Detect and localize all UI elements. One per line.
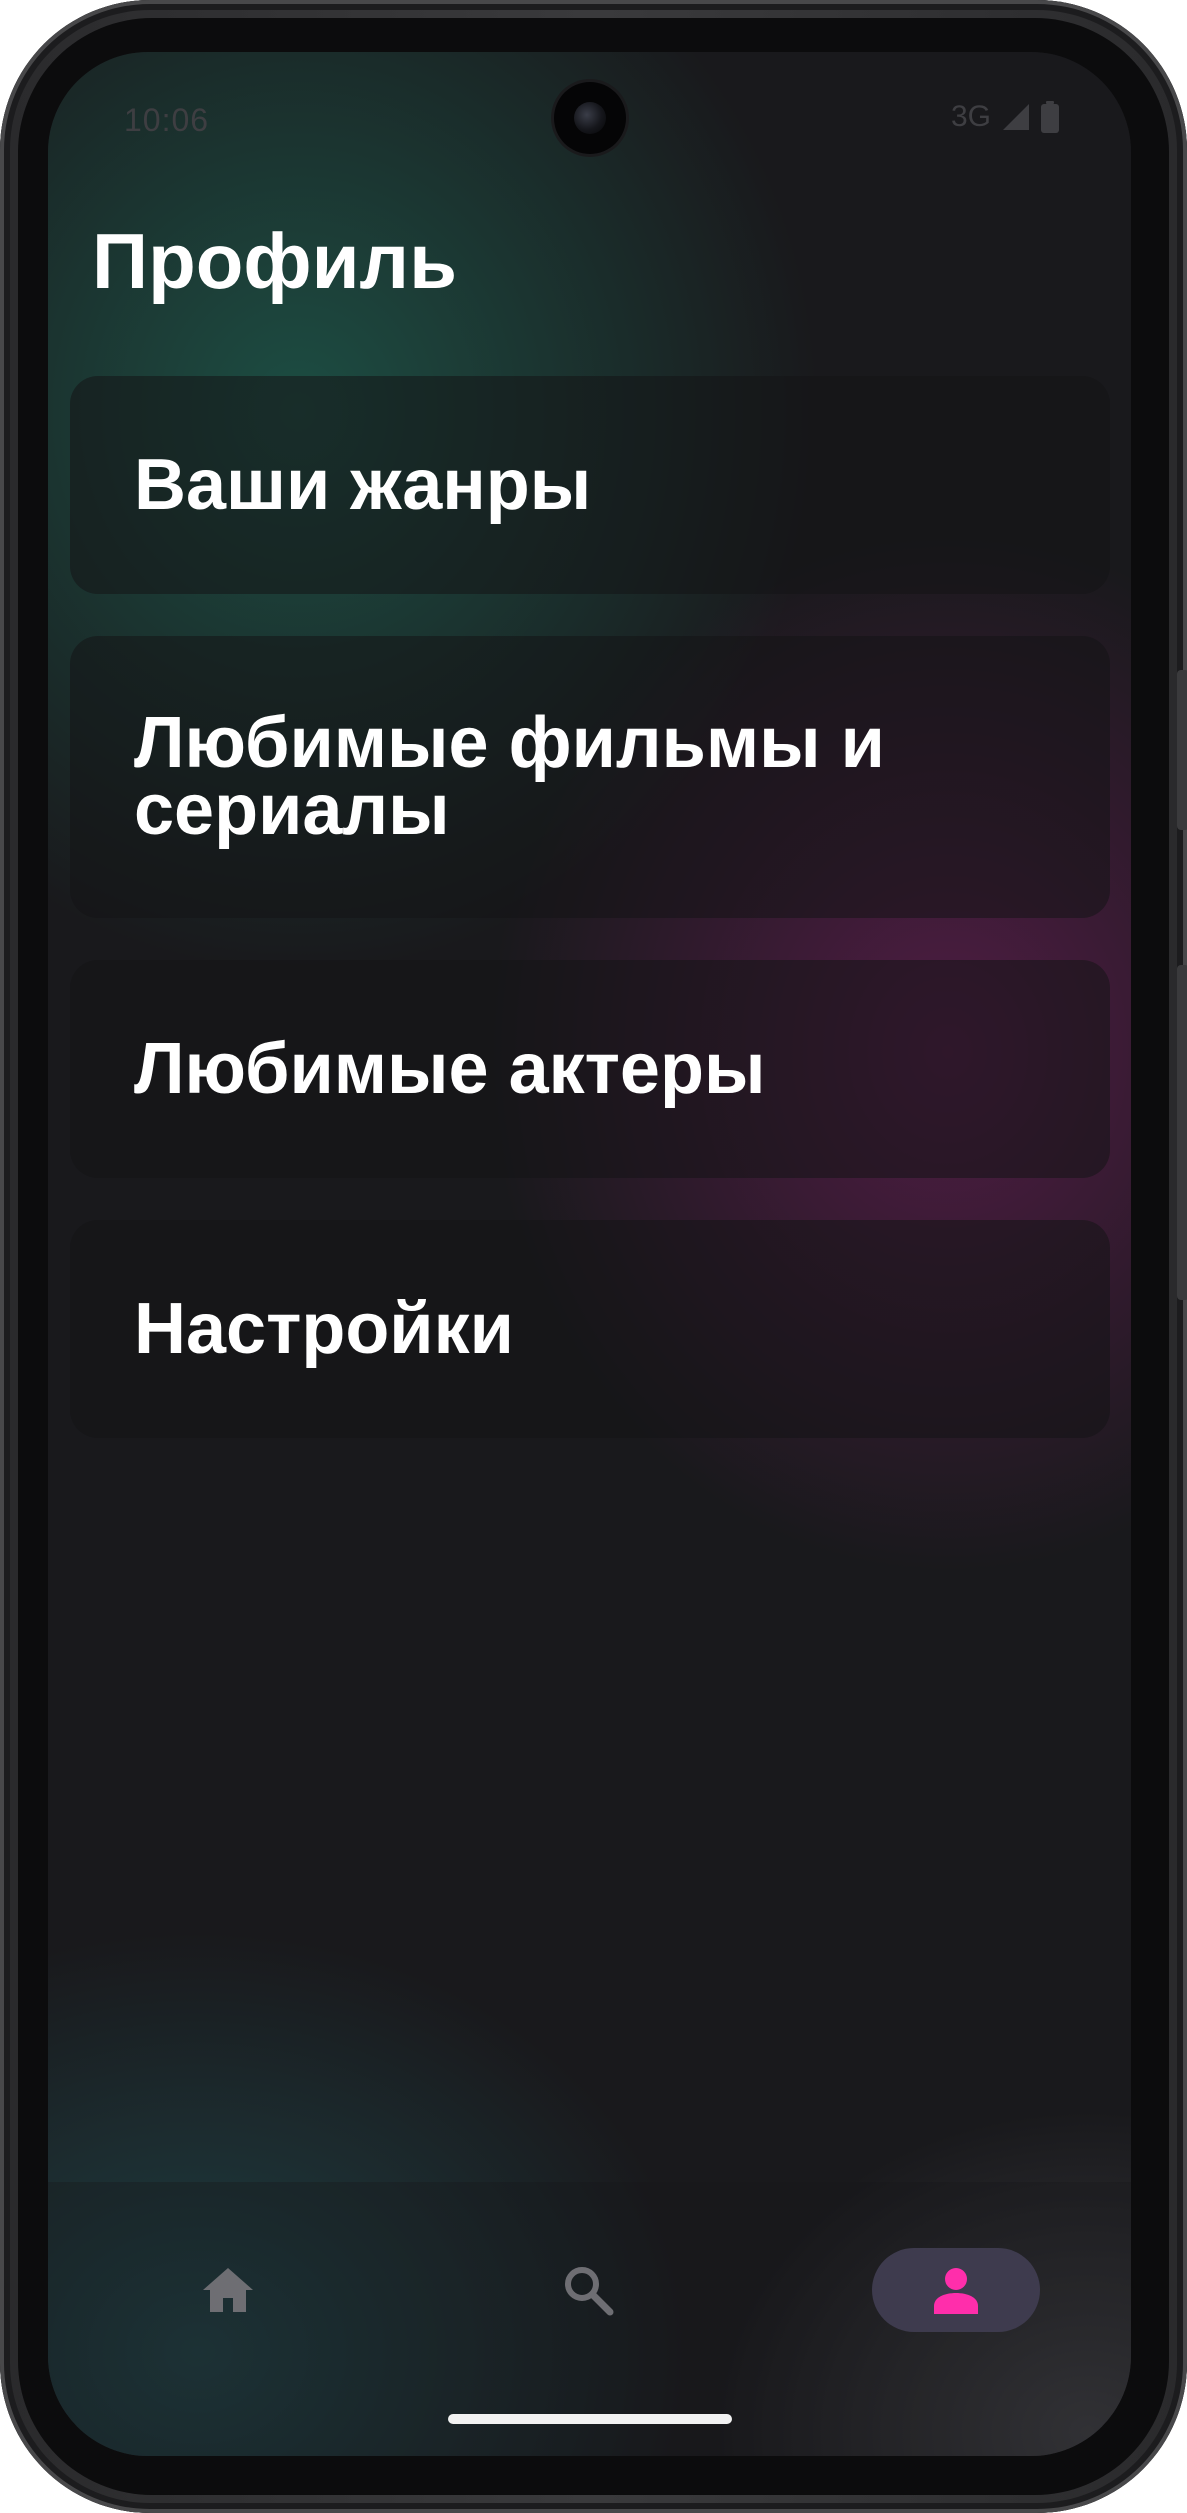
status-bar: 10:06 3G bbox=[48, 52, 1131, 192]
profile-menu: Ваши жанры Любимые фильмы и сериалы Люби… bbox=[70, 376, 1110, 1480]
nav-profile-button[interactable] bbox=[872, 2248, 1040, 2332]
person-icon bbox=[934, 2268, 978, 2314]
power-button bbox=[1177, 965, 1187, 1300]
nav-home-button[interactable] bbox=[178, 2248, 278, 2332]
menu-item-label: Любимые актеры bbox=[134, 1028, 766, 1109]
home-icon bbox=[203, 2268, 253, 2312]
menu-item-label: Ваши жанры bbox=[134, 444, 592, 525]
menu-item-settings[interactable]: Настройки bbox=[70, 1220, 1110, 1438]
menu-item-label: Любимые фильмы и сериалы bbox=[134, 703, 885, 850]
phone-frame: 10:06 3G Профиль Ваши жанры Любимые филь… bbox=[0, 0, 1187, 2513]
battery-icon bbox=[1041, 101, 1059, 133]
page-title: Профиль bbox=[92, 217, 458, 305]
camera-lens bbox=[574, 102, 606, 134]
search-icon bbox=[565, 2267, 614, 2316]
status-indicators: 3G bbox=[951, 100, 1059, 134]
menu-item-favorite-actors[interactable]: Любимые актеры bbox=[70, 960, 1110, 1178]
menu-item-genres[interactable]: Ваши жанры bbox=[70, 376, 1110, 594]
screen: 10:06 3G Профиль Ваши жанры Любимые филь… bbox=[48, 52, 1131, 2456]
signal-icon bbox=[1003, 104, 1029, 130]
front-camera bbox=[554, 82, 626, 154]
home-indicator[interactable] bbox=[448, 2414, 732, 2424]
nav-search-button[interactable] bbox=[538, 2248, 638, 2332]
menu-item-favorite-movies[interactable]: Любимые фильмы и сериалы bbox=[70, 636, 1110, 918]
menu-item-label: Настройки bbox=[134, 1288, 514, 1369]
network-type: 3G bbox=[950, 100, 991, 133]
volume-button bbox=[1177, 670, 1187, 830]
status-time: 10:06 bbox=[124, 102, 210, 138]
